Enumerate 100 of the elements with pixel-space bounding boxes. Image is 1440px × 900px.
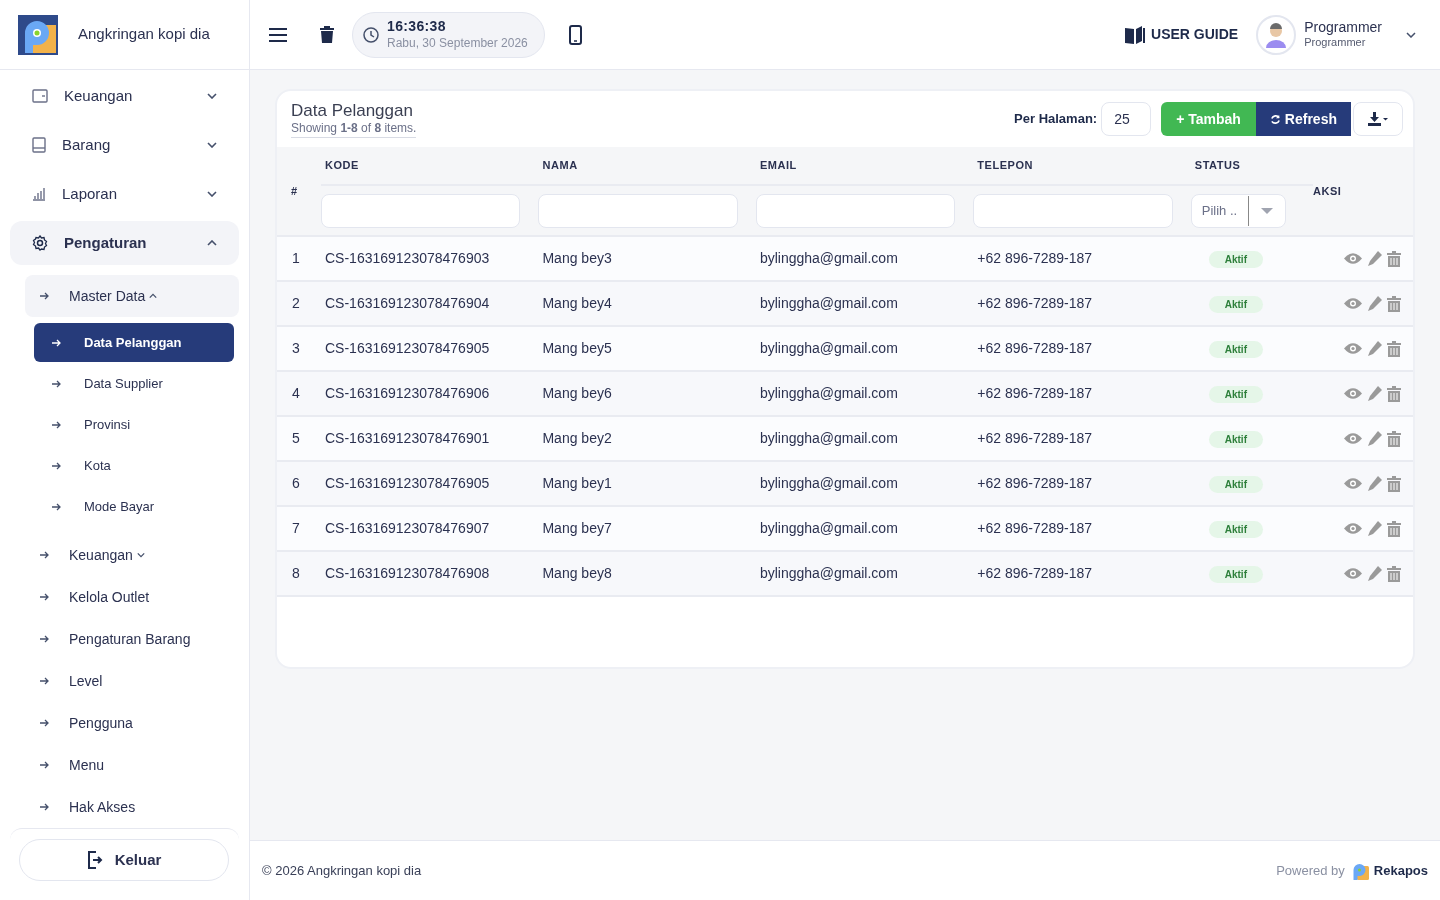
arrow-right-icon — [52, 379, 62, 388]
table-cell: CS-163169123078476905 — [321, 461, 539, 506]
pencil-icon[interactable] — [1366, 431, 1382, 446]
table-cell: CS-163169123078476904 — [321, 281, 539, 326]
logout-icon — [86, 851, 103, 869]
column-header: # — [277, 147, 321, 236]
per-page-label: Per Halaman: — [1014, 110, 1098, 129]
submenu-item[interactable]: Data Pelanggan — [34, 323, 234, 362]
eye-icon[interactable] — [1343, 568, 1362, 579]
table-cell: 6 — [277, 461, 321, 506]
eye-icon[interactable] — [1343, 478, 1362, 489]
pencil-icon[interactable] — [1366, 476, 1382, 491]
pencil-icon[interactable] — [1366, 251, 1382, 266]
submenu-item[interactable]: Kelola Outlet — [25, 576, 239, 618]
column-filter-field[interactable] — [755, 193, 956, 228]
arrow-right-icon — [40, 719, 50, 727]
sidebar-item[interactable]: Pengaturan — [10, 221, 239, 265]
table-cell: bylinggha@gmail.com — [755, 416, 974, 461]
arrow-right-icon — [40, 761, 50, 769]
table-cell: Mang bey1 — [538, 461, 756, 506]
menu-icon[interactable] — [268, 26, 288, 43]
logout-button[interactable]: Keluar — [19, 839, 229, 881]
table-cell: +62 896-7289-187 — [973, 506, 1191, 551]
eye-icon[interactable] — [1343, 253, 1362, 264]
table-cell: Mang bey5 — [538, 326, 756, 371]
trash-icon[interactable] — [320, 26, 334, 43]
sidebar-item[interactable]: Laporan — [10, 172, 239, 216]
arrow-right-icon — [40, 593, 50, 601]
submenu-item[interactable]: Hak Akses — [25, 786, 239, 828]
refresh-button[interactable]: Refresh — [1255, 102, 1351, 136]
book-icon — [1125, 25, 1148, 44]
submenu-item[interactable]: Pengguna — [25, 702, 239, 744]
column-filter-field[interactable] — [321, 193, 521, 228]
sidebar-item[interactable]: Keuangan — [10, 74, 239, 118]
column-filter-field[interactable] — [973, 193, 1173, 228]
pencil-icon[interactable] — [1366, 521, 1382, 536]
arrow-right-icon — [52, 420, 62, 429]
chevron-up-icon — [149, 293, 158, 299]
arrow-right-icon — [40, 551, 50, 559]
submenu-item[interactable]: Data Supplier — [34, 364, 234, 403]
user-guide-link[interactable]: USER GUIDE — [1125, 24, 1239, 45]
eye-icon[interactable] — [1343, 298, 1362, 309]
table-cell: bylinggha@gmail.com — [755, 236, 974, 281]
settings-icon — [32, 235, 48, 251]
submenu-item[interactable]: Pengaturan Barang — [25, 618, 239, 660]
table-cell: bylinggha@gmail.com — [755, 326, 974, 371]
chevron-down-icon[interactable] — [1406, 31, 1416, 38]
pencil-icon[interactable] — [1366, 296, 1382, 311]
user-name: Programmer — [1304, 18, 1382, 37]
table-cell: 2 — [277, 281, 321, 326]
table-cell: +62 896-7289-187 — [973, 236, 1191, 281]
table-cell: +62 896-7289-187 — [973, 416, 1191, 461]
arrow-right-icon — [40, 677, 50, 685]
table-cell: Mang bey2 — [538, 416, 756, 461]
eye-icon[interactable] — [1343, 343, 1362, 354]
status-badge: Aktif — [1208, 251, 1263, 268]
sidebar-item[interactable]: Barang — [10, 123, 239, 167]
pencil-icon[interactable] — [1366, 386, 1382, 401]
submenu-item[interactable]: Level — [25, 660, 239, 702]
table-cell: bylinggha@gmail.com — [755, 281, 974, 326]
export-button[interactable] — [1353, 102, 1403, 136]
table-cell: +62 896-7289-187 — [973, 326, 1191, 371]
table-cell: bylinggha@gmail.com — [755, 371, 974, 416]
column-header: AKSI — [1313, 147, 1413, 236]
arrow-right-icon — [52, 502, 62, 511]
pencil-icon[interactable] — [1366, 566, 1382, 581]
table-cell: bylinggha@gmail.com — [755, 551, 974, 596]
card-title: Data Pelanggan — [291, 99, 414, 122]
mobile-phone-icon[interactable] — [569, 24, 582, 45]
product-name: Rekapos — [1373, 861, 1428, 880]
table-cell: CS-163169123078476906 — [321, 371, 539, 416]
submenu-item[interactable]: Master Data — [25, 275, 239, 317]
table-cell: bylinggha@gmail.com — [755, 506, 974, 551]
eye-icon[interactable] — [1343, 388, 1362, 399]
table-cell: +62 896-7289-187 — [973, 371, 1191, 416]
status-badge: Aktif — [1208, 431, 1263, 448]
status-filter-dropdown[interactable]: Pilih .. — [1190, 193, 1286, 228]
refresh-icon — [1269, 113, 1281, 125]
clock-date: Rabu, 30 September 2026 — [387, 35, 528, 51]
arrow-right-icon — [40, 635, 50, 643]
submenu-item[interactable]: Menu — [25, 744, 239, 786]
table-cell: 7 — [277, 506, 321, 551]
table-cell: CS-163169123078476901 — [321, 416, 539, 461]
pencil-icon[interactable] — [1366, 341, 1382, 356]
eye-icon[interactable] — [1343, 433, 1362, 444]
table-cell: Mang bey6 — [538, 371, 756, 416]
submenu-item[interactable]: Keuangan — [25, 534, 239, 576]
per-page-field[interactable]: 25 — [1101, 102, 1152, 136]
submenu-item[interactable]: Mode Bayar — [34, 487, 234, 526]
bar-chart-icon — [32, 187, 46, 201]
table-cell: Mang bey4 — [538, 281, 756, 326]
table-cell: 5 — [277, 416, 321, 461]
eye-icon[interactable] — [1343, 523, 1362, 534]
column-filter-field[interactable] — [538, 193, 738, 228]
submenu-item[interactable]: Provinsi — [34, 405, 234, 444]
avatar-icon[interactable] — [1256, 14, 1297, 55]
user-role: Programmer — [1304, 36, 1367, 51]
powered-by-text: Powered by — [1276, 861, 1345, 880]
submenu-item[interactable]: Kota — [34, 446, 234, 485]
wallet-icon — [32, 89, 48, 103]
